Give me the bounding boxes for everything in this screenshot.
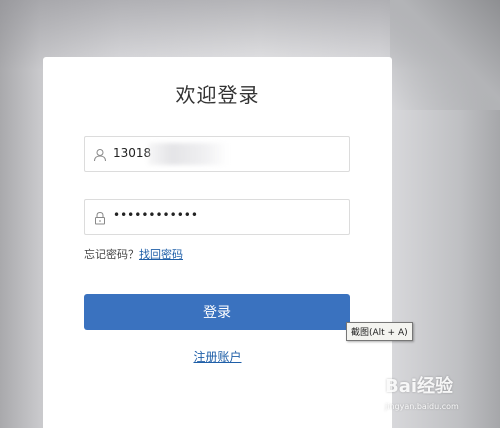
login-button[interactable]: 登录 [84, 294, 350, 330]
login-card: 欢迎登录 13018 •••••••••••• 忘记密码？找回密码 登录 注册账… [43, 57, 392, 437]
password-value: •••••••••••• [113, 208, 198, 222]
forgot-password-label: 忘记密码？ [84, 248, 139, 261]
user-icon [93, 147, 107, 162]
username-redaction-blur [148, 143, 228, 165]
forgot-password-row: 忘记密码？找回密码 [84, 246, 183, 262]
login-title: 欢迎登录 [175, 83, 260, 107]
watermark-logo: Bai经验 [385, 376, 454, 397]
baidu-jingyan-watermark: Bai经验 jingyan.baidu.com [385, 372, 497, 426]
recover-password-link[interactable]: 找回密码 [139, 248, 183, 261]
watermark-url: jingyan.baidu.com [385, 402, 459, 411]
password-field[interactable]: •••••••••••• [84, 199, 350, 235]
register-account-link[interactable]: 注册账户 [43, 348, 392, 365]
username-field[interactable]: 13018 [84, 136, 350, 172]
lock-icon [93, 210, 107, 225]
username-value: 13018 [113, 146, 152, 160]
backdrop-corner-shade [390, 0, 500, 110]
screenshot-tooltip: 截图(Alt + A) [346, 322, 413, 341]
